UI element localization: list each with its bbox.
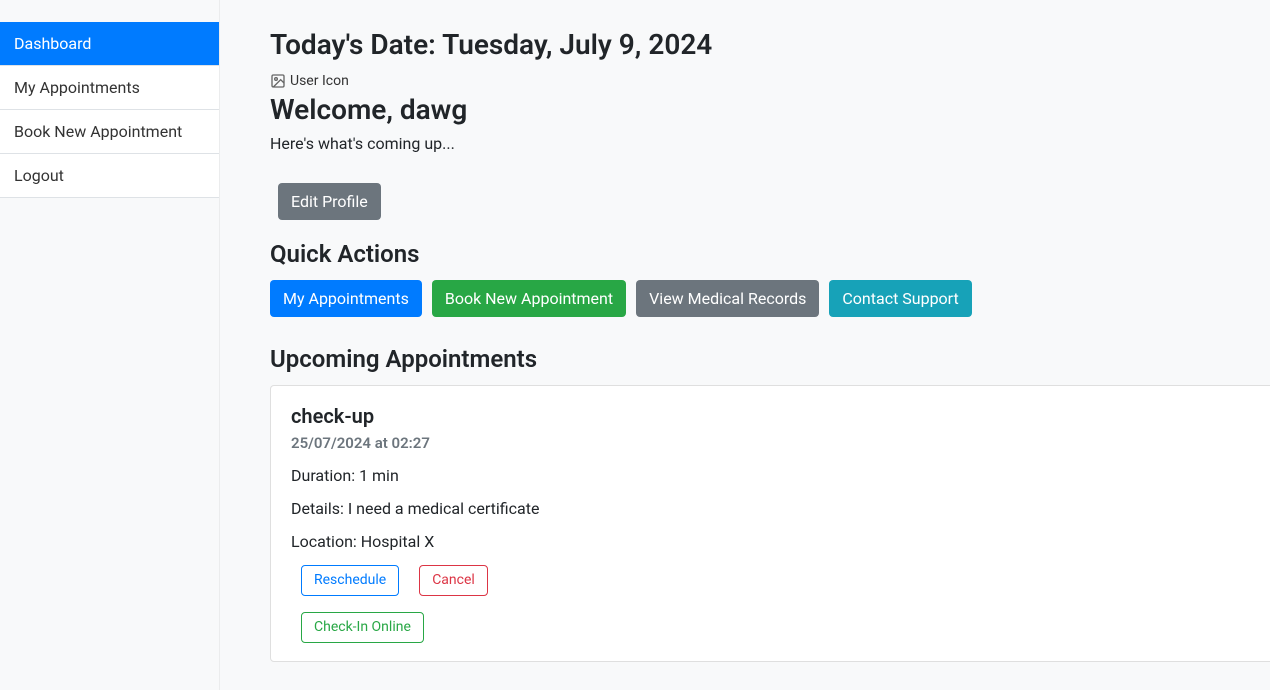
sidebar: Dashboard My Appointments Book New Appoi… <box>0 0 220 690</box>
welcome-subtitle: Here's what's coming up... <box>270 134 1270 153</box>
view-medical-records-button[interactable]: View Medical Records <box>636 280 819 317</box>
checkin-online-button[interactable]: Check-In Online <box>301 612 424 643</box>
sidebar-item-dashboard[interactable]: Dashboard <box>0 22 219 66</box>
edit-profile-button[interactable]: Edit Profile <box>278 183 381 220</box>
appointment-details: Details: I need a medical certificate <box>291 499 1270 518</box>
contact-support-button[interactable]: Contact Support <box>829 280 971 317</box>
cancel-button[interactable]: Cancel <box>419 565 488 596</box>
upcoming-appointments-title: Upcoming Appointments <box>270 345 1270 373</box>
sidebar-item-logout[interactable]: Logout <box>0 154 219 198</box>
user-icon: User Icon <box>270 73 349 89</box>
main-content: Today's Date: Tuesday, July 9, 2024 User… <box>220 0 1270 690</box>
quick-actions-title: Quick Actions <box>270 240 1270 268</box>
appointment-duration: Duration: 1 min <box>291 466 1270 485</box>
appointment-type: check-up <box>291 404 1270 428</box>
appointment-datetime: 25/07/2024 at 02:27 <box>291 434 1270 452</box>
reschedule-button[interactable]: Reschedule <box>301 565 399 596</box>
sidebar-item-book-new-appointment[interactable]: Book New Appointment <box>0 110 219 154</box>
sidebar-item-my-appointments[interactable]: My Appointments <box>0 66 219 110</box>
appointment-location: Location: Hospital X <box>291 532 1270 551</box>
appointment-card: check-up 25/07/2024 at 02:27 Duration: 1… <box>270 385 1270 662</box>
todays-date: Today's Date: Tuesday, July 9, 2024 <box>270 28 1270 61</box>
welcome-heading: Welcome, dawg <box>270 93 1270 126</box>
quick-actions: My Appointments Book New Appointment Vie… <box>270 280 1270 317</box>
my-appointments-button[interactable]: My Appointments <box>270 280 422 317</box>
book-new-appointment-button[interactable]: Book New Appointment <box>432 280 626 317</box>
